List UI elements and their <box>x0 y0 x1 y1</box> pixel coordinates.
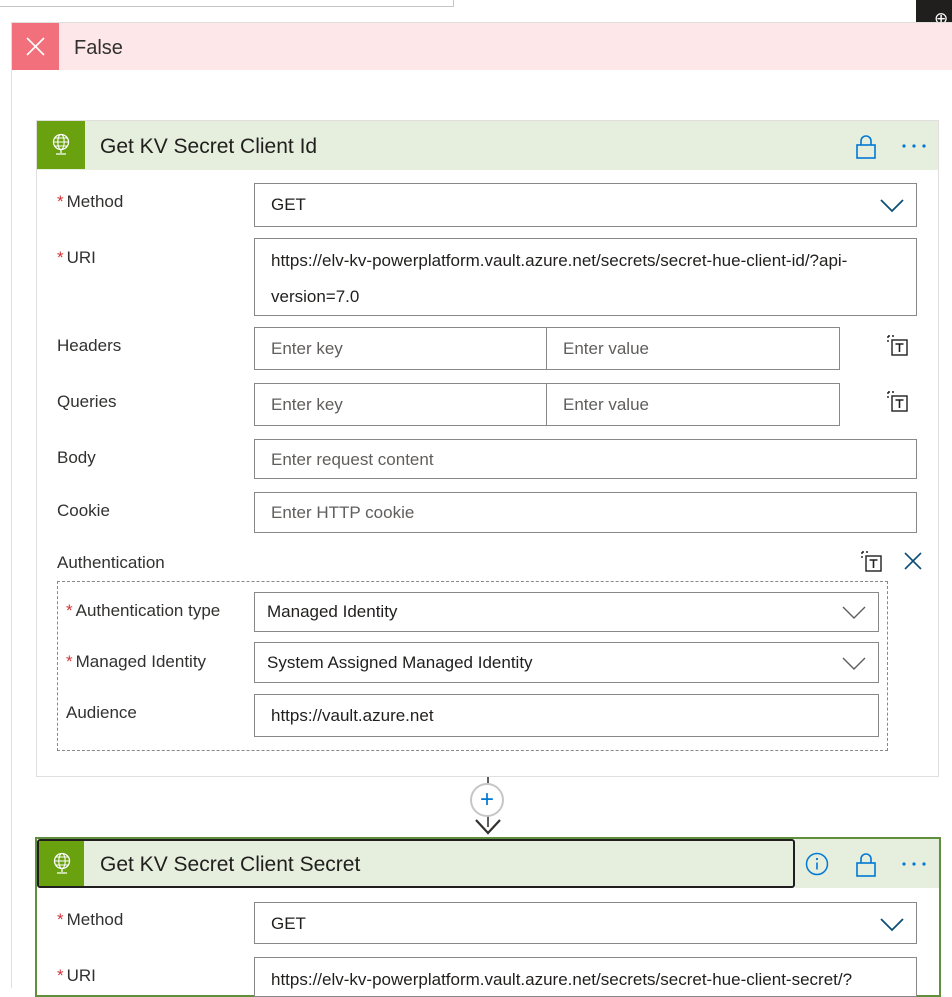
uri-value-line1: https://elv-kv-powerplatform.vault.azure… <box>271 970 853 989</box>
method-select[interactable]: GET <box>254 902 917 944</box>
chevron-down-icon <box>880 196 904 219</box>
body-placeholder: Enter request content <box>271 450 434 469</box>
chevron-down-icon <box>842 655 866 676</box>
text-mode-icon[interactable] <box>860 550 884 579</box>
authentication-label: Authentication <box>57 553 165 572</box>
managed-identity-label: * Managed Identity <box>66 652 207 671</box>
auth-type-label: * Authentication type <box>66 601 221 620</box>
auth-type-select[interactable]: Managed Identity <box>254 592 879 632</box>
header-key-placeholder: Enter key <box>271 339 343 358</box>
method-value: GET <box>271 914 306 933</box>
close-icon <box>12 23 59 70</box>
query-value-placeholder: Enter value <box>563 395 649 414</box>
method-label: * Method <box>57 192 124 211</box>
uri-label: * URI <box>57 248 96 267</box>
headers-label: Headers <box>57 336 122 355</box>
header-key-input[interactable]: Enter key <box>254 327 547 370</box>
audience-input[interactable]: https://vault.azure.net <box>254 694 879 737</box>
auth-type-value: Managed Identity <box>267 602 398 621</box>
info-icon[interactable] <box>805 852 829 881</box>
chevron-down-icon <box>880 915 904 938</box>
text-mode-icon[interactable] <box>886 334 910 363</box>
uri-input[interactable]: https://elv-kv-powerplatform.vault.azure… <box>254 957 917 997</box>
lock-icon[interactable] <box>854 852 878 883</box>
uri-value-line1: https://elv-kv-powerplatform.vault.azure… <box>271 251 848 270</box>
query-value-input[interactable]: Enter value <box>546 383 840 426</box>
method-select[interactable]: GET <box>254 183 917 227</box>
false-scope-header[interactable] <box>12 23 952 70</box>
cookie-input[interactable]: Enter HTTP cookie <box>254 492 917 533</box>
lock-icon[interactable] <box>854 134 878 165</box>
chevron-down-icon <box>842 604 866 625</box>
plus-icon: + <box>479 786 494 813</box>
uri-input[interactable]: https://elv-kv-powerplatform.vault.azure… <box>254 238 917 316</box>
managed-identity-select[interactable]: System Assigned Managed Identity <box>254 642 879 683</box>
top-panel-edge <box>0 0 454 7</box>
query-key-input[interactable]: Enter key <box>254 383 547 426</box>
close-icon[interactable] <box>903 551 923 576</box>
cookie-placeholder: Enter HTTP cookie <box>271 503 415 522</box>
body-label: Body <box>57 448 96 467</box>
managed-identity-value: System Assigned Managed Identity <box>267 653 533 672</box>
more-icon[interactable] <box>901 134 927 163</box>
header-value-input[interactable]: Enter value <box>546 327 840 370</box>
query-key-placeholder: Enter key <box>271 395 343 414</box>
body-input[interactable]: Enter request content <box>254 439 917 479</box>
method-value: GET <box>271 195 306 214</box>
uri-value-line2: version=7.0 <box>271 287 360 306</box>
more-icon[interactable] <box>901 852 927 881</box>
header-value-placeholder: Enter value <box>563 339 649 358</box>
add-step-button[interactable]: + <box>470 783 504 817</box>
globe-icon <box>39 841 84 886</box>
action-title[interactable]: Get KV Secret Client Id <box>100 134 317 160</box>
audience-label: Audience <box>66 703 137 722</box>
audience-value: https://vault.azure.net <box>271 706 434 725</box>
action-title[interactable]: Get KV Secret Client Secret <box>100 852 360 878</box>
globe-icon <box>37 121 85 169</box>
false-scope-label: False <box>74 37 123 59</box>
cookie-label: Cookie <box>57 501 110 520</box>
uri-label: * URI <box>57 966 96 985</box>
text-mode-icon[interactable] <box>886 390 910 419</box>
method-label: * Method <box>57 910 124 929</box>
queries-label: Queries <box>57 392 117 411</box>
